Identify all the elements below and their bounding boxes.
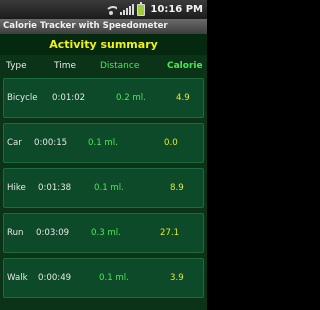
activity-calorie: 0.0	[164, 138, 178, 148]
wifi-icon	[105, 5, 118, 15]
activity-type: Car	[7, 138, 22, 148]
column-header-calorie: Calorie	[167, 61, 203, 71]
activity-calorie: 3.9	[170, 273, 184, 283]
activity-calorie: 27.1	[160, 228, 180, 238]
activity-time: 0:00:49	[38, 273, 72, 283]
app-title: Calorie Tracker with Speedometer	[0, 19, 207, 34]
activity-type: Hike	[7, 183, 26, 193]
activity-distance: 0.1 ml.	[99, 273, 129, 283]
activity-row[interactable]: Car 0:00:15 0.1 ml. 0.0	[3, 123, 204, 163]
activity-time: 0:03:09	[36, 228, 70, 238]
summary-heading: Activity summary	[0, 34, 207, 55]
activity-time: 0:01:38	[38, 183, 72, 193]
activity-row[interactable]: Walk 0:00:49 0.1 ml. 3.9	[3, 258, 204, 298]
status-bar: 10:16 PM	[0, 0, 207, 19]
column-header-distance: Distance	[100, 61, 140, 71]
activity-calorie: 8.9	[170, 183, 184, 193]
activity-row[interactable]: Run 0:03:09 0.3 ml. 27.1	[3, 213, 204, 253]
signal-icon	[120, 4, 135, 15]
activity-distance: 0.3 ml.	[91, 228, 121, 238]
activity-distance: 0.1 ml.	[94, 183, 124, 193]
activity-row[interactable]: Bicycle 0:01:02 0.2 ml. 4.9	[3, 78, 204, 118]
activity-type: Run	[7, 228, 24, 238]
status-time: 10:16 PM	[150, 4, 203, 15]
activity-time: 0:00:15	[34, 138, 68, 148]
activity-type: Walk	[7, 273, 28, 283]
activity-row[interactable]: Hike 0:01:38 0.1 ml. 8.9	[3, 168, 204, 208]
activity-type: Bicycle	[7, 93, 38, 103]
activity-time: 0:01:02	[52, 93, 86, 103]
battery-icon	[137, 1, 146, 16]
column-header-type: Type	[6, 61, 27, 71]
activity-distance: 0.1 ml.	[88, 138, 118, 148]
activity-distance: 0.2 ml.	[116, 93, 146, 103]
activity-calorie: 4.9	[176, 93, 190, 103]
column-header-time: Time	[54, 61, 77, 71]
